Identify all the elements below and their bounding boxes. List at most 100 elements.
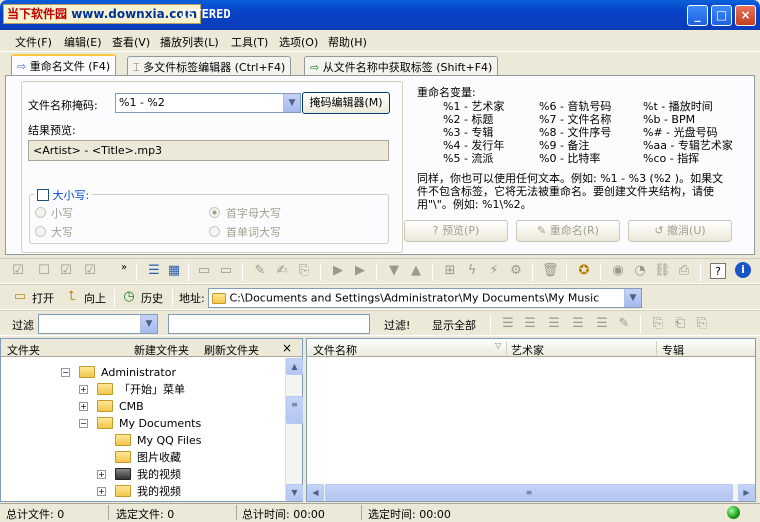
clipboard-icon[interactable]: ⎘ <box>694 316 710 332</box>
scroll-up-icon[interactable]: ▲ <box>286 358 303 375</box>
filter-apply-button[interactable]: 过滤! <box>384 317 410 333</box>
info-icon[interactable]: i <box>735 262 751 278</box>
new-folder-button[interactable]: 新建文件夹 <box>134 342 189 358</box>
list-view-icon[interactable]: ▦ <box>166 263 182 279</box>
radio-capitalize-first[interactable] <box>209 207 220 218</box>
tab-tag-from-filename[interactable]: ⇨ 从文件名称中获取标签 (Shift+F4) <box>304 56 499 76</box>
play-icon[interactable]: ▶ <box>330 263 346 279</box>
expand-icon[interactable]: + <box>97 470 106 479</box>
menu-playlist[interactable]: 播放列表(L) <box>160 34 219 50</box>
edit-tag-icon[interactable]: ✎ <box>252 263 268 279</box>
expand-icon[interactable]: + <box>79 385 88 394</box>
column-filename[interactable]: 文件名称 <box>313 342 357 358</box>
close-pane-icon[interactable]: × <box>282 341 292 355</box>
check-all-icon[interactable]: ☑ <box>10 263 26 279</box>
tab-rename[interactable]: ⇨ 重命名文件 (F4) <box>11 54 117 76</box>
list-icon[interactable]: ☰ <box>570 316 586 332</box>
tree-view-icon[interactable]: ☰ <box>146 263 162 279</box>
list-icon[interactable]: ☰ <box>594 316 610 332</box>
folders-scrollbar[interactable]: ▲ ≡ ▼ <box>285 358 303 501</box>
tree-item-cmb[interactable]: + CMB <box>79 398 279 415</box>
up-button[interactable]: 向上 <box>84 290 106 306</box>
preview-button[interactable]: ? 预览(P) <box>404 220 508 242</box>
expand-icon[interactable]: + <box>79 402 88 411</box>
document-edit-icon[interactable]: ✍ <box>274 263 290 279</box>
list-icon[interactable]: ☰ <box>500 316 516 332</box>
overflow-chevron-icon[interactable]: » <box>116 260 132 276</box>
case-checkbox-wrap[interactable]: 大小写: <box>34 187 93 203</box>
radio-uppercase[interactable] <box>35 226 46 237</box>
address-input[interactable]: C:\Documents and Settings\Administrator\… <box>208 288 642 308</box>
paste-icon[interactable]: ⎗ <box>672 316 688 332</box>
collapse-icon[interactable]: − <box>61 368 70 377</box>
uncheck-all-icon[interactable]: ☐ <box>36 263 52 279</box>
cd-icon[interactable]: ◉ <box>610 263 626 279</box>
tag-convert-icon[interactable]: ⊞ <box>442 263 458 279</box>
folder-open-icon[interactable]: ▭ <box>196 263 212 279</box>
close-button[interactable]: × <box>735 5 756 26</box>
chevron-down-icon[interactable]: ▼ <box>283 94 300 112</box>
move-down-icon[interactable]: ▼ <box>386 263 402 279</box>
hscroll-thumb[interactable]: ≡ <box>325 484 733 501</box>
chart-icon[interactable]: ◔ <box>632 263 648 279</box>
menu-tools[interactable]: 工具(T) <box>231 34 268 50</box>
menu-help[interactable]: 帮助(H) <box>328 34 367 50</box>
tree-item-my-qq-files[interactable]: My QQ Files <box>97 432 277 449</box>
scroll-left-icon[interactable]: ◀ <box>307 484 324 501</box>
list-edit-icon[interactable]: ✎ <box>616 316 632 332</box>
list-icon[interactable]: ☰ <box>522 316 538 332</box>
help-icon[interactable]: ? <box>710 263 726 279</box>
scroll-down-icon[interactable]: ▼ <box>286 484 303 501</box>
column-divider[interactable] <box>506 341 507 355</box>
lightning-icon[interactable]: ϟ <box>464 263 480 279</box>
tree-item-pictures[interactable]: 图片收藏 <box>97 449 277 466</box>
files-hscrollbar[interactable]: ◀ ≡ ▶ <box>307 484 755 501</box>
folder-icon[interactable]: ▭ <box>218 263 234 279</box>
copy-tag-icon[interactable]: ⎘ <box>296 263 312 279</box>
minimize-button[interactable]: _ <box>687 5 708 26</box>
filter-text-input[interactable] <box>168 314 370 334</box>
radio-lowercase[interactable] <box>35 207 46 218</box>
tree-item-start-menu[interactable]: + 「开始」菜单 <box>79 381 279 398</box>
menu-edit[interactable]: 编辑(E) <box>64 34 102 50</box>
tree-item-administrator[interactable]: − Administrator <box>61 364 281 381</box>
tag-batch-icon[interactable]: ⚙ <box>508 263 524 279</box>
show-all-button[interactable]: 显示全部 <box>432 317 476 333</box>
move-up-icon[interactable]: ▲ <box>408 263 424 279</box>
play-next-icon[interactable]: ▶ <box>352 263 368 279</box>
open-button[interactable]: 打开 <box>32 290 54 306</box>
plugin-icon[interactable]: ✪ <box>576 263 592 279</box>
link-icon[interactable]: ⛓ <box>654 263 671 279</box>
column-divider[interactable] <box>656 341 657 355</box>
chevron-down-icon[interactable]: ▼ <box>140 315 157 333</box>
title-bar[interactable]: 当下软件园 www.downxia.com ISTERED _ □ × <box>0 0 760 30</box>
trash-icon[interactable]: 🗑 <box>542 263 559 279</box>
list-icon[interactable]: ☰ <box>546 316 562 332</box>
radio-capitalize-word[interactable] <box>209 226 220 237</box>
tag-sync-icon[interactable]: ⚡ <box>486 263 502 279</box>
column-artist[interactable]: 艺术家 <box>511 342 544 358</box>
expand-icon[interactable]: + <box>97 487 106 496</box>
copy-icon[interactable]: ⎘ <box>650 316 666 332</box>
invert-check-icon[interactable]: ☑ <box>82 263 98 279</box>
history-button[interactable]: 历史 <box>141 290 163 306</box>
chevron-down-icon[interactable]: ▼ <box>624 289 641 307</box>
refresh-folders-button[interactable]: 刷新文件夹 <box>204 342 259 358</box>
column-album[interactable]: 专辑 <box>662 342 684 358</box>
tab-multi-tag-editor[interactable]: ⌶ 多文件标签编辑器 (Ctrl+F4) <box>127 56 292 76</box>
mask-input[interactable]: %1 - %2 ▼ <box>115 93 301 113</box>
menu-file[interactable]: 文件(F) <box>15 34 52 50</box>
collapse-icon[interactable]: − <box>79 419 88 428</box>
tree-item-my-videos[interactable]: + 我的视频 <box>97 466 277 483</box>
check-selected-icon[interactable]: ☑ <box>58 263 74 279</box>
mask-editor-button[interactable]: 掩码编辑器(M) <box>302 92 390 114</box>
maximize-button[interactable]: □ <box>711 5 732 26</box>
case-checkbox[interactable] <box>37 189 49 201</box>
filter-field-select[interactable]: ▼ <box>38 314 158 334</box>
scroll-right-icon[interactable]: ▶ <box>738 484 755 501</box>
menu-options[interactable]: 选项(O) <box>279 34 318 50</box>
tree-item-my-documents[interactable]: − My Documents <box>79 415 279 432</box>
menu-view[interactable]: 查看(V) <box>112 34 150 50</box>
undo-button[interactable]: ↺ 撤消(U) <box>628 220 732 242</box>
scroll-thumb[interactable]: ≡ <box>286 396 303 424</box>
